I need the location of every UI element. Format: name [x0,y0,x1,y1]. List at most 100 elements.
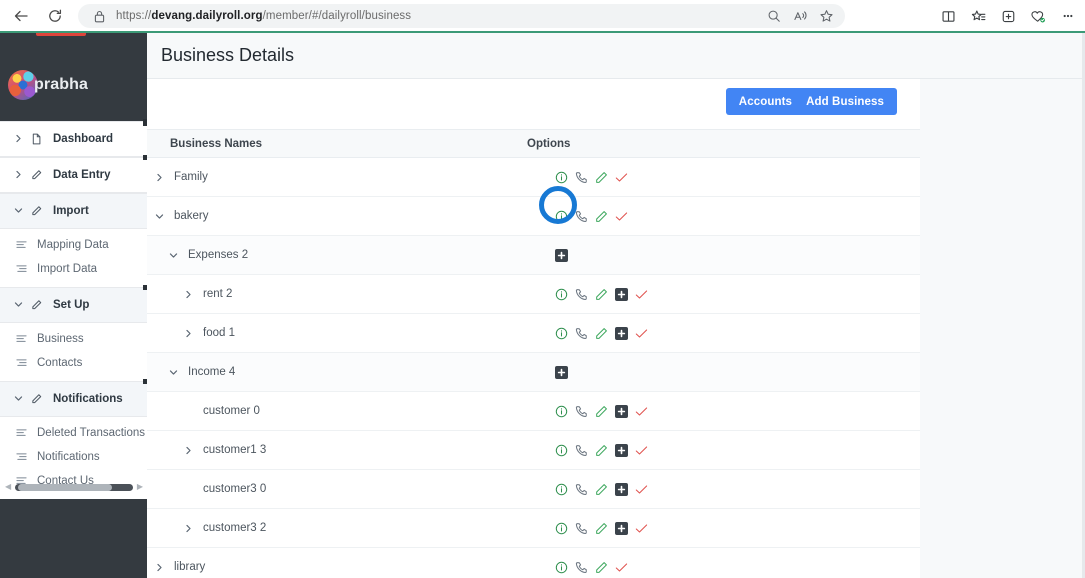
edit-pencil-icon[interactable] [595,171,608,184]
check-icon[interactable] [635,288,648,301]
row-label: customer1 3 [203,444,267,456]
edit-pencil-icon[interactable] [595,561,608,574]
phone-icon[interactable] [575,327,588,340]
table-row[interactable]: bakery [147,197,920,236]
favorite-star-icon[interactable] [813,4,839,28]
table-row[interactable]: customer1 3 [147,431,920,470]
table-row[interactable]: customer3 2 [147,509,920,548]
add-plus-icon[interactable] [615,483,628,496]
split-screen-icon[interactable] [933,4,963,28]
info-icon[interactable] [555,210,568,223]
row-label: customer3 0 [203,483,267,495]
scrollbar-track[interactable] [15,483,133,491]
check-icon[interactable] [615,561,628,574]
sidebar-item-notifications[interactable]: Notifications [0,379,152,417]
add-plus-icon[interactable] [615,444,628,457]
sidebar-item-data-entry[interactable]: Data Entry [0,155,152,193]
check-icon[interactable] [615,171,628,184]
edit-pencil-icon[interactable] [595,288,608,301]
info-icon[interactable] [555,561,568,574]
add-plus-icon[interactable] [615,288,628,301]
info-icon[interactable] [555,288,568,301]
phone-icon[interactable] [575,483,588,496]
edit-pencil-icon[interactable] [595,444,608,457]
info-icon[interactable] [555,405,568,418]
chevron-down-icon[interactable] [166,368,180,377]
add-business-button[interactable]: Add Business [793,88,897,115]
sidebar-item-import[interactable]: Import [0,193,147,229]
phone-icon[interactable] [575,210,588,223]
back-arrow-icon[interactable] [6,1,36,31]
chevron-down-icon[interactable] [152,212,166,221]
table-row[interactable]: Income 4 [147,353,920,392]
row-label: Income 4 [188,366,236,378]
table-row[interactable]: rent 2 [147,275,920,314]
settings-more-icon[interactable] [1053,4,1083,28]
edit-pencil-icon[interactable] [595,522,608,535]
info-icon[interactable] [555,483,568,496]
check-icon[interactable] [635,483,648,496]
table-row[interactable]: food 1 [147,314,920,353]
phone-icon[interactable] [575,522,588,535]
sidebar-horizontal-scrollbar[interactable]: ◀ ▶ [5,480,143,494]
chevron-down-icon[interactable] [166,251,180,260]
info-icon[interactable] [555,171,568,184]
edit-pencil-icon[interactable] [595,483,608,496]
edit-pencil-icon[interactable] [595,405,608,418]
check-icon[interactable] [635,405,648,418]
phone-icon[interactable] [575,561,588,574]
scroll-right-arrow-icon[interactable]: ▶ [137,483,143,491]
check-icon[interactable] [635,327,648,340]
check-icon[interactable] [615,210,628,223]
row-label: customer 0 [203,405,260,417]
browser-essentials-icon[interactable] [1023,4,1053,28]
add-extension-icon[interactable] [993,4,1023,28]
add-plus-icon[interactable] [615,405,628,418]
phone-icon[interactable] [575,405,588,418]
chevron-right-icon[interactable] [152,173,166,182]
info-icon[interactable] [555,327,568,340]
site-information-icon[interactable] [86,10,112,23]
info-icon[interactable] [555,444,568,457]
info-icon[interactable] [555,522,568,535]
sidebar-item-notifications-sub[interactable]: Notifications [0,445,147,469]
phone-icon[interactable] [575,444,588,457]
add-plus-icon[interactable] [555,366,568,379]
omnibox-action-icons [761,4,839,28]
sidebar-item-import-data[interactable]: Import Data [0,257,147,281]
sidebar-item-dashboard[interactable]: Dashboard [0,119,152,157]
table-row[interactable]: customer 0 [147,392,920,431]
scrollbar-thumb[interactable] [18,483,113,491]
check-icon[interactable] [635,444,648,457]
add-plus-icon[interactable] [615,327,628,340]
add-plus-icon[interactable] [615,522,628,535]
read-aloud-icon[interactable] [787,4,813,28]
edit-pencil-icon[interactable] [595,327,608,340]
cell-business-name: rent 2 [147,288,527,300]
chevron-right-icon[interactable] [181,446,195,455]
chevron-right-icon[interactable] [152,563,166,572]
table-row[interactable]: library [147,548,920,578]
search-icon[interactable] [761,4,787,28]
sidebar-item-mapping-data[interactable]: Mapping Data [0,233,147,257]
chevron-right-icon[interactable] [181,290,195,299]
row-label: Family [174,171,208,183]
reload-icon[interactable] [40,1,70,31]
phone-icon[interactable] [575,171,588,184]
sidebar-item-deleted-transactions[interactable]: Deleted Transactions [0,421,147,445]
sidebar-item-set-up[interactable]: Set Up [0,285,152,323]
address-bar[interactable]: https://devang.dailyroll.org/member/#/da… [78,4,845,28]
collections-star-icon[interactable] [963,4,993,28]
add-plus-icon[interactable] [555,249,568,262]
phone-icon[interactable] [575,288,588,301]
scroll-left-arrow-icon[interactable]: ◀ [5,483,11,491]
sidebar-item-contacts[interactable]: Contacts [0,351,147,375]
sidebar-item-business[interactable]: Business [0,327,147,351]
chevron-right-icon[interactable] [181,524,195,533]
edit-pencil-icon[interactable] [595,210,608,223]
table-row[interactable]: Expenses 2 [147,236,920,275]
table-row[interactable]: Family [147,158,920,197]
table-row[interactable]: customer3 0 [147,470,920,509]
chevron-right-icon[interactable] [181,329,195,338]
check-icon[interactable] [635,522,648,535]
